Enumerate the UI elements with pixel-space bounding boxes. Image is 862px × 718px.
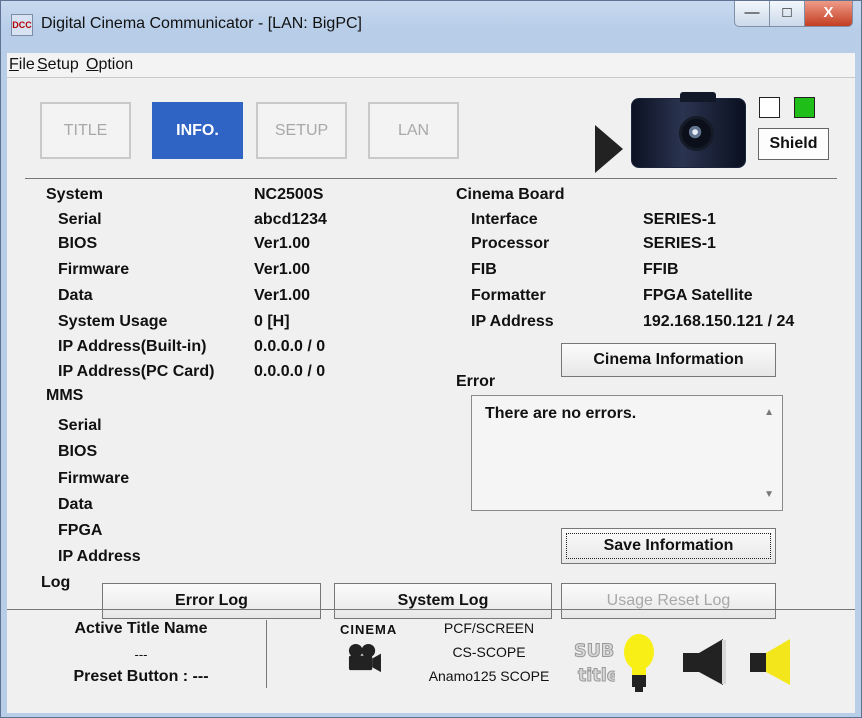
menu-option-rest: ption <box>98 56 134 73</box>
minimize-button[interactable]: — <box>734 1 770 27</box>
light-bulb-icon <box>624 634 654 692</box>
formatter-value: FPGA Satellite <box>643 287 753 304</box>
tab-lan[interactable]: LAN <box>368 102 459 159</box>
menu-file-rest: ile <box>18 56 35 73</box>
status-panel: Active Title Name --- Preset Button : --… <box>7 609 855 707</box>
interface-label: Interface <box>471 211 538 228</box>
system-title: System <box>46 186 103 203</box>
format-line-3: Anamo125 SCOPE <box>428 668 550 684</box>
format-line-2: CS-SCOPE <box>452 644 526 660</box>
cinema-camera-icon <box>348 643 381 673</box>
processor-label: Processor <box>471 235 550 252</box>
projector-top <box>680 92 716 102</box>
cinema-word: CINEMA <box>340 622 398 637</box>
cinema-ip-value: 192.168.150.121 / 24 <box>643 313 795 330</box>
menu-setup-mnemonic: S <box>37 56 48 73</box>
speaker-active-icon <box>750 639 790 685</box>
fib-value: FFIB <box>643 261 679 278</box>
tab-info[interactable]: INFO. <box>152 102 243 159</box>
menu-setup-rest: etup <box>47 56 79 73</box>
cinema-ip-label: IP Address <box>471 313 554 330</box>
svg-text:SUB: SUB <box>574 642 614 662</box>
status-indicator-green <box>794 97 815 118</box>
fib-label: FIB <box>471 261 497 278</box>
menu-setup[interactable]: Setup <box>37 56 79 74</box>
mms-title: MMS <box>46 387 84 404</box>
save-information-button[interactable]: Save Information <box>561 528 776 564</box>
top-divider <box>25 178 837 179</box>
ip-built-in-value: 0.0.0.0 / 0 <box>254 338 326 355</box>
ip-pc-card-value: 0.0.0.0 / 0 <box>254 363 326 380</box>
ip-pc-card-label: IP Address(PC Card) <box>58 363 215 380</box>
system-data-label: Data <box>58 287 93 304</box>
preset-button-label: Preset Button : --- <box>73 668 209 685</box>
tab-title[interactable]: TITLE <box>40 102 131 159</box>
mms-bios-label: BIOS <box>58 443 98 460</box>
mms-firmware-label: Firmware <box>58 470 130 487</box>
system-model: NC2500S <box>254 186 324 203</box>
menu-option-mnemonic: O <box>86 56 99 73</box>
system-usage-label: System Usage <box>58 313 168 330</box>
mms-data-label: Data <box>58 496 93 513</box>
client-area: TITLE INFO. SETUP LAN Shield System NC25… <box>7 78 855 713</box>
mms-ip-address-label: IP Address <box>58 548 141 565</box>
error-title: Error <box>456 373 496 390</box>
mms-fpga-label: FPGA <box>58 522 103 539</box>
menu-file[interactable]: File <box>9 56 35 74</box>
interface-value: SERIES-1 <box>643 211 716 228</box>
main-window: DCC Digital Cinema Communicator - [LAN: … <box>0 0 862 718</box>
close-button[interactable]: X <box>804 1 853 27</box>
system-firmware-value: Ver1.00 <box>254 261 311 278</box>
system-bios-value: Ver1.00 <box>254 235 311 252</box>
formatter-label: Formatter <box>471 287 546 304</box>
projector-lens <box>679 116 714 151</box>
system-bios-label: BIOS <box>58 235 98 252</box>
ip-built-in-label: IP Address(Built-in) <box>58 338 207 355</box>
scroll-up-icon[interactable]: ▲ <box>764 407 774 418</box>
maximize-button[interactable]: □ <box>769 1 805 27</box>
system-serial-label: Serial <box>58 211 102 228</box>
svg-text:title: title <box>578 666 615 686</box>
cinema-information-button[interactable]: Cinema Information <box>561 343 776 377</box>
tab-setup[interactable]: SETUP <box>256 102 347 159</box>
status-divider <box>266 620 267 688</box>
menu-file-mnemonic: F <box>9 56 19 73</box>
play-icon[interactable] <box>595 125 623 173</box>
processor-value: SERIES-1 <box>643 235 716 252</box>
active-title-value: --- <box>134 647 148 662</box>
menu-bar: File Setup Option <box>7 53 855 78</box>
shield-button[interactable]: Shield <box>758 128 829 160</box>
title-bar: DCC Digital Cinema Communicator - [LAN: … <box>1 1 861 53</box>
cinema-board-title: Cinema Board <box>456 186 565 203</box>
system-firmware-label: Firmware <box>58 261 130 278</box>
save-information-focus-ring <box>566 533 771 559</box>
error-message: There are no errors. <box>485 405 637 422</box>
speaker-mute-icon <box>683 639 726 685</box>
system-data-value: Ver1.00 <box>254 287 311 304</box>
scroll-down-icon[interactable]: ▼ <box>764 489 774 500</box>
mms-serial-label: Serial <box>58 417 102 434</box>
log-title: Log <box>41 574 71 591</box>
error-box[interactable]: There are no errors. ▲ ▼ <box>471 395 783 511</box>
status-indicator-empty <box>759 97 780 118</box>
active-title-label: Active Title Name <box>74 620 208 637</box>
subtitle-icon: SUB title <box>573 641 615 686</box>
window-title: Digital Cinema Communicator - [LAN: BigP… <box>41 15 362 32</box>
system-usage-value: 0 [H] <box>254 313 290 330</box>
projector-image <box>631 92 746 168</box>
menu-option[interactable]: Option <box>86 56 133 74</box>
format-line-1: PCF/SCREEN <box>443 620 535 636</box>
system-serial-value: abcd1234 <box>254 211 327 228</box>
app-icon: DCC <box>11 14 33 36</box>
